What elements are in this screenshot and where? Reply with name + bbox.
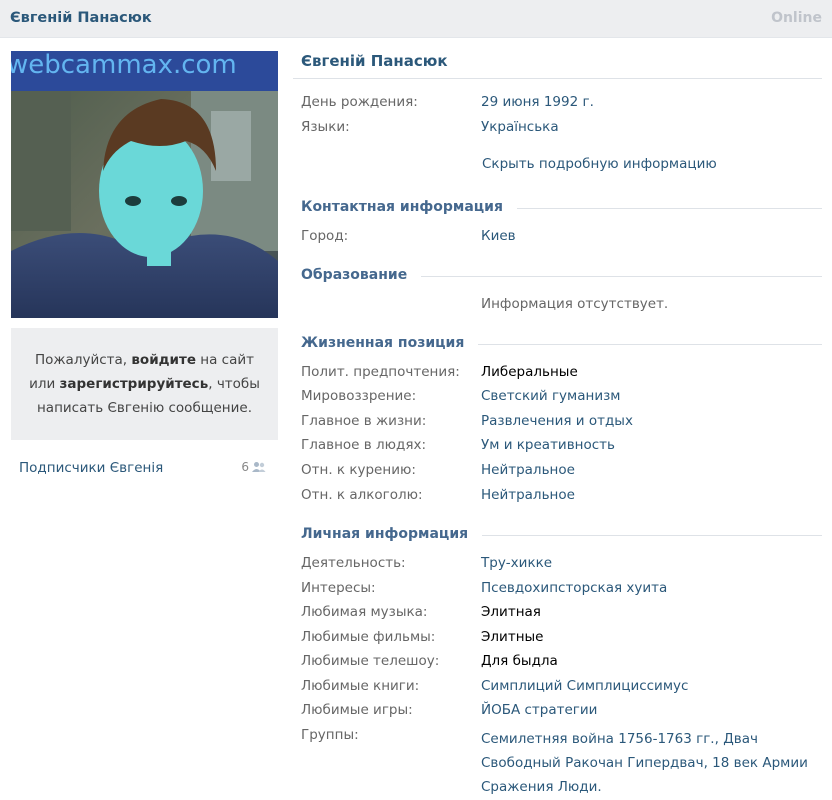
notice-text: Пожалуйста,	[34, 352, 132, 368]
divider	[293, 78, 822, 79]
row-value[interactable]: Развлечения и отдых	[481, 413, 633, 429]
row-key: Полит. предпочтения:	[301, 364, 460, 380]
subscribers-link[interactable]: Подписчики Євгенія 6	[11, 460, 278, 480]
notice-text: на сайт	[196, 352, 255, 368]
subscribers-count: 6	[241, 460, 266, 474]
row-key: Главное в жизни:	[301, 413, 427, 429]
row-key: Любимые книги:	[301, 678, 420, 694]
profile-photo-image: webcammax.com	[11, 51, 278, 318]
section-personal: Личная информация	[301, 526, 822, 546]
row-value[interactable]: ЙОБА стратегии	[481, 702, 597, 718]
row-key: Главное в людях:	[301, 437, 427, 453]
info-row-city: Город: Киев	[301, 228, 821, 248]
section-title: Контактная информация	[301, 199, 517, 215]
row-key: Любимые телешоу:	[301, 653, 440, 669]
row-value: Либеральные	[481, 364, 578, 380]
section-title: Жизненная позиция	[301, 335, 479, 351]
info-row-languages: Языки: Українська	[301, 119, 821, 139]
row-value[interactable]: Псевдохипсторская хуита	[481, 580, 667, 596]
row-value[interactable]: Тру-хикке	[481, 555, 552, 571]
row-value: Элитная	[481, 604, 541, 620]
profile-photo[interactable]: webcammax.com	[11, 51, 278, 318]
row-key: Группы:	[301, 727, 359, 743]
info-row-birthday: День рождения: 29 июня 1992 г.	[301, 94, 821, 114]
row-key: Деятельность:	[301, 555, 406, 571]
notice-text: написать Євгенію сообщение.	[36, 400, 252, 416]
row-key: Город:	[301, 228, 349, 244]
row-value[interactable]: Симплиций Симплициссимус	[481, 678, 688, 694]
info-row-alcohol: Отн. к алкоголю: Нейтральное	[301, 487, 821, 507]
row-key: Любимая музыка:	[301, 604, 428, 620]
section-life-position: Жизненная позиция	[301, 335, 822, 355]
row-value: Элитные	[481, 629, 544, 645]
register-link[interactable]: зарегистрируйтесь	[60, 376, 209, 392]
row-value[interactable]: Ум и креативность	[481, 437, 615, 453]
info-row-people-main: Главное в людях: Ум и креативность	[301, 437, 821, 457]
section-title: Образование	[301, 267, 422, 283]
section-education: Образование	[301, 267, 822, 287]
profile-name: Євгеній Панасюк	[301, 52, 448, 70]
info-row-life-main: Главное в жизни: Развлечения и отдых	[301, 413, 821, 433]
subscribers-label[interactable]: Подписчики Євгенія	[19, 460, 163, 476]
notice-text: , чтобы	[208, 376, 260, 392]
info-row-interests: Интересы: Псевдохипсторская хуита	[301, 580, 821, 600]
row-key: Любимые фильмы:	[301, 629, 436, 645]
empty-info-text: Информация отсутствует.	[481, 296, 669, 312]
row-key: Интересы:	[301, 580, 376, 596]
row-value[interactable]: Киев	[481, 228, 516, 244]
online-status: Online	[771, 10, 822, 26]
header-name[interactable]: Євгеній Панасюк	[10, 10, 152, 26]
row-key: Отн. к курению:	[301, 462, 416, 478]
group-separator: ,	[703, 755, 713, 771]
info-row-smoking: Отн. к курению: Нейтральное	[301, 462, 821, 482]
login-link[interactable]: войдите	[131, 352, 196, 368]
top-bar: Євгеній Панасюк Online	[0, 0, 832, 38]
info-row-politics: Полит. предпочтения: Либеральные	[301, 364, 821, 384]
row-key: Языки:	[301, 119, 350, 135]
subscribers-count-value: 6	[241, 460, 249, 474]
row-key: Мировоззрение:	[301, 388, 417, 404]
info-row-movies: Любимые фильмы: Элитные	[301, 629, 821, 649]
row-key: Любимые игры:	[301, 702, 413, 718]
info-row-activity: Деятельность: Тру-хикке	[301, 555, 821, 575]
photo-watermark: webcammax.com	[11, 51, 237, 80]
row-value[interactable]: 29 июня 1992 г.	[481, 94, 594, 110]
login-notice: Пожалуйста, войдите на сайт или зарегист…	[11, 328, 278, 440]
info-row-education-empty: Информация отсутствует.	[301, 296, 821, 316]
info-row-tvshows: Любимые телешоу: Для быдла	[301, 653, 821, 673]
info-row-music: Любимая музыка: Элитная	[301, 604, 821, 624]
info-row-worldview: Мировоззрение: Светский гуманизм	[301, 388, 821, 408]
info-row-books: Любимые книги: Симплиций Симплициссимус	[301, 678, 821, 698]
row-value[interactable]: Светский гуманизм	[481, 388, 620, 404]
groups-list: Семилетняя война 1756-1763 гг., Двач Сво…	[481, 727, 811, 799]
group-link[interactable]: Семилетняя война 1756-1763 гг.	[481, 731, 715, 747]
hide-details-link[interactable]: Скрыть подробную информацию	[482, 156, 717, 172]
info-row-games: Любимые игры: ЙОБА стратегии	[301, 702, 821, 722]
row-key: День рождения:	[301, 94, 418, 110]
row-key: Отн. к алкоголю:	[301, 487, 423, 503]
row-value[interactable]: Нейтральное	[481, 487, 575, 503]
row-value[interactable]: Нейтральное	[481, 462, 575, 478]
row-value[interactable]: Українська	[481, 119, 559, 135]
section-title: Личная информация	[301, 526, 483, 542]
section-contact: Контактная информация	[301, 199, 822, 219]
row-value: Для быдла	[481, 653, 558, 669]
left-column: webcammax.com Пожалуйста, войдите на сай…	[11, 51, 278, 480]
people-icon	[252, 462, 266, 472]
notice-text: или	[29, 376, 60, 392]
group-separator: ,	[714, 731, 724, 747]
